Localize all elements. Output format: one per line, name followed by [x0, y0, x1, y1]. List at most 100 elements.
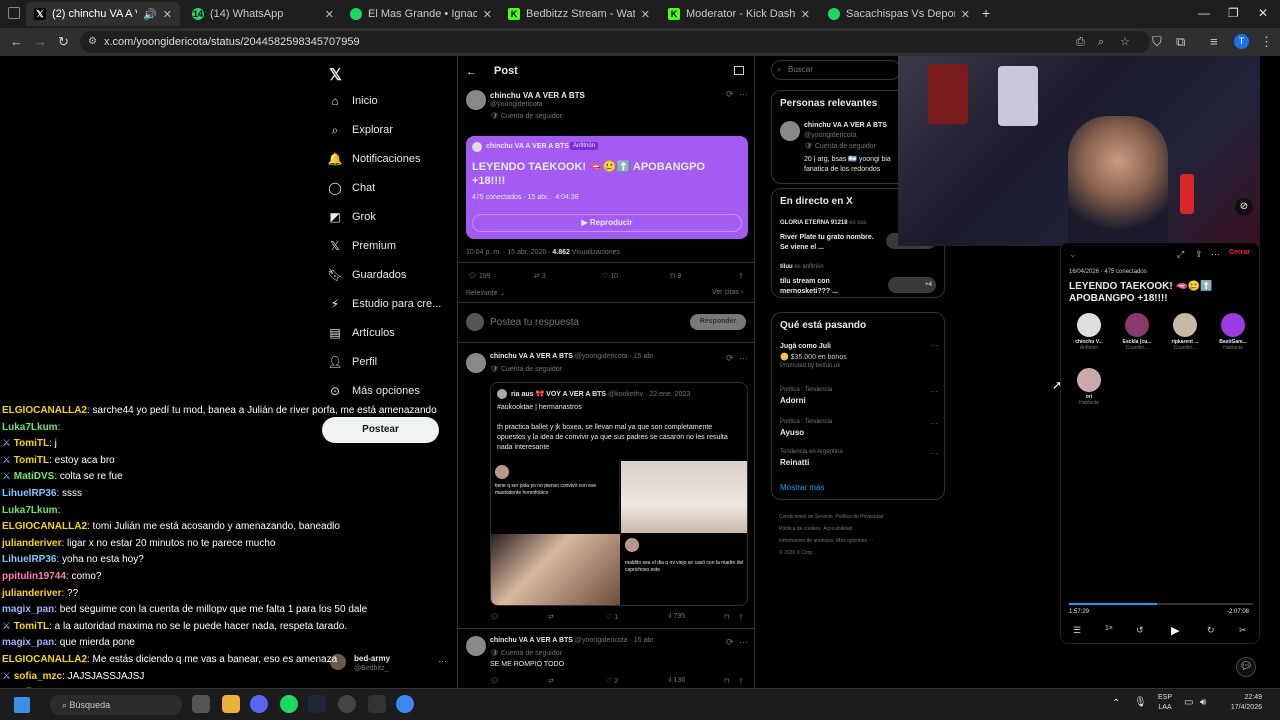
quoted-post[interactable]: ria aus 🎀 VOY A VER A BTS @kookethv · 22… [490, 382, 748, 606]
volume-icon[interactable]: 🔊︎ [1200, 697, 1206, 708]
live2-text[interactable]: tilu stream con mernosketi??? ... [780, 277, 880, 297]
nav-mas-opciones[interactable]: ⊙ Más opciones [328, 384, 420, 398]
space-card[interactable]: chinchu VA A VER A BTS Anfitrión LEYENDO… [466, 136, 748, 239]
author-avatar[interactable] [466, 90, 486, 110]
nav-notificaciones[interactable]: 🔔 Notificaciones [328, 152, 421, 166]
person-name[interactable]: chinchu VA A VER A BTS [804, 122, 887, 129]
windows-start-icon[interactable] [14, 697, 30, 713]
chat-username[interactable]: LihuelRP36 [2, 554, 56, 565]
footer-link[interactable]: Más opciones ··· [836, 538, 873, 544]
chat-username[interactable]: Luka7Lkum [2, 505, 58, 516]
like-stat[interactable]: ♡ 10 [602, 272, 618, 280]
chat-username[interactable]: MatiDVS [14, 471, 55, 482]
chat-username[interactable]: Luka7Lkum [2, 422, 58, 433]
grok-post-icon[interactable]: ⟳ [726, 89, 734, 100]
tab-5[interactable]: Sacachispas Vs Deportivo Espa ✕ [820, 2, 978, 26]
reply-avatar[interactable] [466, 353, 486, 373]
nav-explorar[interactable]: ⌕ Explorar [328, 123, 393, 137]
responder-button[interactable]: Responder [690, 314, 746, 330]
chat-username[interactable]: sofia_mzc [14, 671, 62, 682]
repost-icon[interactable]: ⇄ [548, 677, 554, 685]
reply-icon[interactable]: 💬︎ [490, 613, 499, 621]
tab-close-icon[interactable]: ✕ [163, 8, 172, 21]
url-field[interactable]: ⚙ x.com/yoongidericota/status/2044582598… [80, 31, 1150, 53]
tab-search-icon[interactable] [8, 7, 20, 19]
post-more-icon[interactable]: ··· [739, 89, 748, 99]
quote-image-1[interactable]: tiene q ser joda yo no pienso convivir c… [491, 461, 620, 533]
like-stat[interactable]: ♡ 2 [606, 677, 618, 685]
x-logo-icon[interactable]: 𝕏 [329, 65, 342, 85]
steam-icon[interactable] [308, 695, 326, 713]
reader-view-icon[interactable] [734, 66, 744, 75]
bookmark-icon[interactable]: ⊓ [724, 677, 729, 685]
tab-3[interactable]: K Bedbitzz Stream - Watch Live o ✕ [500, 2, 658, 26]
minimize-icon[interactable]: — [1198, 6, 1210, 20]
expand-icon[interactable]: ⤢ [1177, 249, 1184, 260]
nav-inicio[interactable]: ⌂ Inicio [328, 94, 377, 108]
repost-stat[interactable]: ⇄ 3 [534, 272, 546, 280]
chrome-icon[interactable] [396, 695, 414, 713]
chat-username[interactable]: TomiTL [14, 455, 49, 466]
queue-icon[interactable]: ☰ [1073, 625, 1081, 636]
chat-username[interactable]: magix_pan [2, 637, 54, 648]
footer-link[interactable]: Condiciones de Servicio [779, 514, 833, 520]
spotify-icon[interactable] [280, 695, 298, 713]
quote-image-4[interactable]: maldito sea el dia q mi viejo se casó co… [621, 534, 747, 605]
chat-username[interactable]: julianderiver [2, 588, 61, 599]
chat-username[interactable]: LihuelRP36 [2, 488, 56, 499]
chevron-down-icon[interactable]: ⌄ [1069, 249, 1077, 260]
clock[interactable]: 22:49 17/4/2026 [1222, 693, 1262, 713]
reply-handle[interactable]: @yoongidericota · 15 abr. [575, 353, 655, 360]
site-info-icon[interactable]: ⚙ [88, 31, 97, 53]
tab-2[interactable]: El Mas Grande • Ignacio Co ✕ [342, 2, 500, 26]
language-indicator[interactable]: ESP LAA [1158, 693, 1172, 713]
reload-icon[interactable]: ↻ [58, 34, 69, 50]
extensions-icon[interactable]: ⧉ [1176, 34, 1185, 50]
nav-premium[interactable]: 𝕏 Premium [328, 239, 396, 253]
trend-more-icon[interactable]: ··· [930, 449, 938, 458]
media-icon[interactable]: ≡ [1210, 34, 1218, 49]
quote-image-2[interactable] [621, 461, 747, 533]
author-handle[interactable]: @yoongidericota [490, 101, 543, 108]
trend-name[interactable]: Ayuso [780, 428, 804, 437]
install-app-icon[interactable]: ⎙ [1076, 31, 1085, 53]
more-icon[interactable]: ··· [1211, 249, 1220, 259]
chat-username[interactable]: ELGIOCANALLA2 [2, 521, 87, 532]
close-space-button[interactable]: Cerrar [1229, 249, 1250, 256]
view-quotes-link[interactable]: Ver citas › [712, 289, 743, 296]
chat-username[interactable]: TomiTL [14, 438, 49, 449]
share-icon[interactable]: ⇪ [738, 677, 744, 685]
tab-0[interactable]: 𝕏 (2) chinchu VA A VER A BTS 🔊 ✕ [26, 2, 180, 26]
bookmark-stat[interactable]: ⊓ 9 [670, 272, 681, 280]
trend-more-icon[interactable]: ··· [930, 341, 938, 350]
post-more-icon[interactable]: ··· [739, 637, 748, 647]
chat-username[interactable]: TomiTL [14, 621, 49, 632]
grok-post-icon[interactable]: ⟳ [726, 637, 734, 648]
tray-chevron-icon[interactable]: ⌃ [1112, 698, 1120, 709]
reply-handle[interactable]: @yoongidericota · 16 abr. [575, 637, 655, 644]
clip-icon[interactable]: ✂ [1239, 625, 1247, 636]
footer-link[interactable]: Accesibilidad [823, 526, 852, 532]
task-view-icon[interactable] [192, 695, 210, 713]
speaker[interactable]: Esckla (cu... Coanfitri... [1115, 313, 1159, 351]
footer-link[interactable]: Información de anuncios [779, 538, 833, 544]
speaker[interactable]: ripkarent ... Coanfitri... [1163, 313, 1207, 351]
share-icon[interactable]: ⇪ [1195, 249, 1203, 260]
trend-promo-name[interactable]: Jugá como Juli [780, 343, 831, 350]
chat-username[interactable]: ppitulin19744 [2, 571, 66, 582]
views-stat[interactable]: ıl 136 [668, 677, 685, 684]
menu-kebab-icon[interactable]: ⋮ [1260, 34, 1273, 50]
chat-username[interactable]: ELGIOCANALLA2 [2, 405, 87, 416]
chat-username[interactable]: magix_pan [2, 604, 54, 615]
back-icon[interactable]: ← [10, 34, 23, 49]
tab-close-icon[interactable]: ✕ [641, 8, 650, 21]
link-icon[interactable]: ⊘ [1235, 198, 1253, 216]
messages-icon[interactable]: 💬︎ [1236, 657, 1256, 677]
views-stat[interactable]: ıl 795 [668, 613, 685, 620]
file-explorer-icon[interactable] [222, 695, 240, 713]
tab-close-icon[interactable]: ✕ [961, 8, 970, 21]
tab-close-icon[interactable]: ✕ [325, 8, 334, 21]
post-more-icon[interactable]: ··· [739, 353, 748, 363]
reply-input[interactable]: Postea tu respuesta [490, 317, 579, 328]
share-icon[interactable]: ⇪ [738, 272, 744, 280]
